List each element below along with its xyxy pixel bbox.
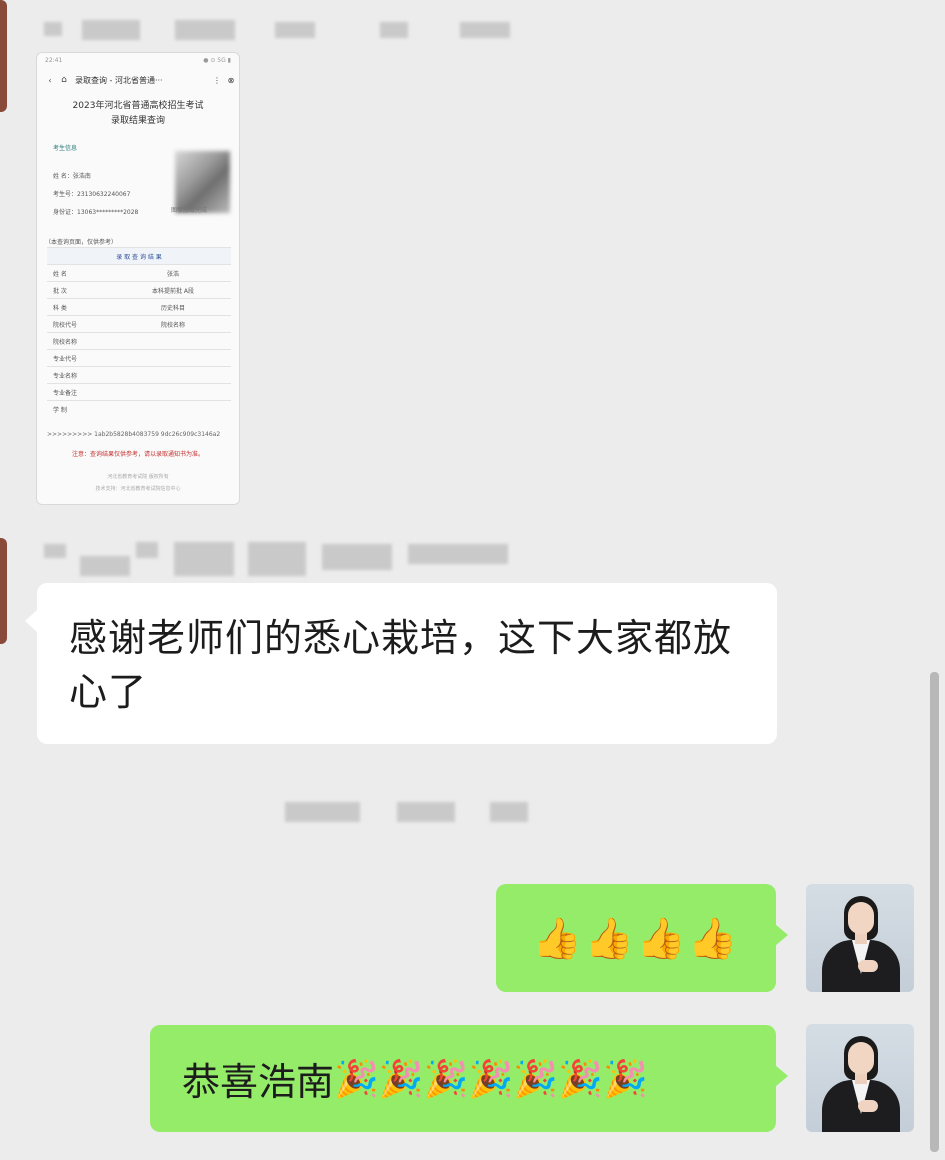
- page-title: 录取查询 - 河北省普通···: [75, 75, 163, 85]
- table-note: （本查询页面，仅供参考）: [45, 239, 118, 246]
- status-icons: ● ⊙ 5G ▮: [203, 57, 231, 64]
- table-row: 专业备注: [47, 383, 231, 401]
- browser-navbar: ‹ ⌂ 录取查询 - 河北省普通··· ⋮ ⊗: [37, 67, 239, 93]
- query-subtitle: 录取结果查询: [110, 116, 165, 126]
- warning-note: 注意：查询结果仅供参考，请以录取通知书为准。: [71, 451, 204, 458]
- outgoing-message-bubble[interactable]: 👍👍👍👍: [496, 884, 788, 992]
- result-table: 录 取 查 询 结 果 姓 名张浩 批 次本科提前批 A段 科 类历史科目 院校…: [47, 247, 231, 417]
- admission-screenshot-image[interactable]: 22:41 ● ⊙ 5G ▮ ‹ ⌂ 录取查询 - 河北省普通··· ⋮ ⊗ 2…: [36, 52, 240, 505]
- footer-support: 技术支持：河北省教育考试院信息中心: [95, 486, 181, 492]
- table-row: 学 制: [47, 400, 231, 417]
- row-value: [115, 366, 231, 384]
- row-key: 科 类: [47, 298, 115, 316]
- outgoing-message-bubble[interactable]: 恭喜浩南 🎉🎉🎉🎉🎉🎉🎉: [150, 1025, 788, 1132]
- row-key: 院校名称: [47, 332, 115, 350]
- photo-caption: 图像加载完成: [171, 207, 208, 214]
- home-icon: ⌂: [61, 75, 67, 85]
- info-id-number: 身份证：13063*********2028: [53, 209, 139, 216]
- back-icon: ‹: [48, 75, 52, 85]
- row-value: 本科提前批 A段: [115, 281, 231, 299]
- more-icon: ⋮: [213, 75, 221, 85]
- timestamp-blurred: [285, 802, 535, 824]
- row-key: 专业备注: [47, 383, 115, 401]
- row-key: 姓 名: [47, 264, 115, 282]
- table-row: 科 类历史科目: [47, 298, 231, 316]
- status-time: 22:41: [45, 57, 63, 64]
- congrats-text: 恭喜浩南: [182, 1060, 335, 1104]
- table-row: 院校名称: [47, 332, 231, 350]
- student-photo-blurred: [175, 151, 230, 213]
- row-value: [115, 349, 231, 367]
- table-row: 批 次本科提前批 A段: [47, 281, 231, 299]
- result-hash: >>>>>>>>> 1ab2b5828b4083759 9dc26c909c31…: [47, 431, 221, 438]
- sender-name-blurred: [40, 540, 520, 580]
- sender-avatar-sliver[interactable]: [0, 538, 7, 644]
- row-key: 批 次: [47, 281, 115, 299]
- sender-avatar-sliver[interactable]: [0, 0, 7, 112]
- table-row: 院校代号 院校名称: [47, 315, 231, 333]
- info-exam-number: 考生号：23130632240067: [53, 191, 131, 198]
- row-value: [115, 383, 231, 401]
- table-row: 专业名称: [47, 366, 231, 384]
- row-value: 历史科目: [115, 298, 231, 316]
- row-value: [115, 332, 231, 350]
- scrollbar[interactable]: [930, 672, 939, 1152]
- query-title: 2023年河北省普通高校招生考试: [72, 101, 204, 111]
- row-value: [115, 400, 231, 417]
- close-icon: ⊗: [227, 75, 235, 85]
- table-header: 录 取 查 询 结 果: [47, 247, 231, 265]
- avatar[interactable]: [806, 884, 914, 992]
- party-popper-icon: 🎉🎉🎉🎉🎉🎉🎉: [334, 1058, 648, 1100]
- message-text: 感谢老师们的悉心栽培，这下大家都放心了: [69, 616, 733, 714]
- row-key: 专业名称: [47, 366, 115, 384]
- footer-copyright: 河北省教育考试院 版权所有: [107, 474, 169, 480]
- row-key: 院校代号: [47, 315, 115, 333]
- avatar[interactable]: [806, 1024, 914, 1132]
- row-key: 学 制: [47, 400, 115, 417]
- row-key: 专业代号: [47, 349, 115, 367]
- message-text: 恭喜浩南 🎉🎉🎉🎉🎉🎉🎉: [182, 1025, 648, 1132]
- info-name: 姓 名：张浩南: [53, 173, 91, 180]
- incoming-message-bubble[interactable]: 感谢老师们的悉心栽培，这下大家都放心了: [25, 583, 777, 744]
- table-row: 专业代号: [47, 349, 231, 367]
- section-heading: 考生信息: [53, 145, 78, 152]
- row-value: 院校名称: [115, 315, 231, 333]
- thumbs-up-icon: 👍👍👍👍: [532, 915, 740, 962]
- table-row: 姓 名张浩: [47, 264, 231, 282]
- row-value: 张浩: [115, 264, 231, 282]
